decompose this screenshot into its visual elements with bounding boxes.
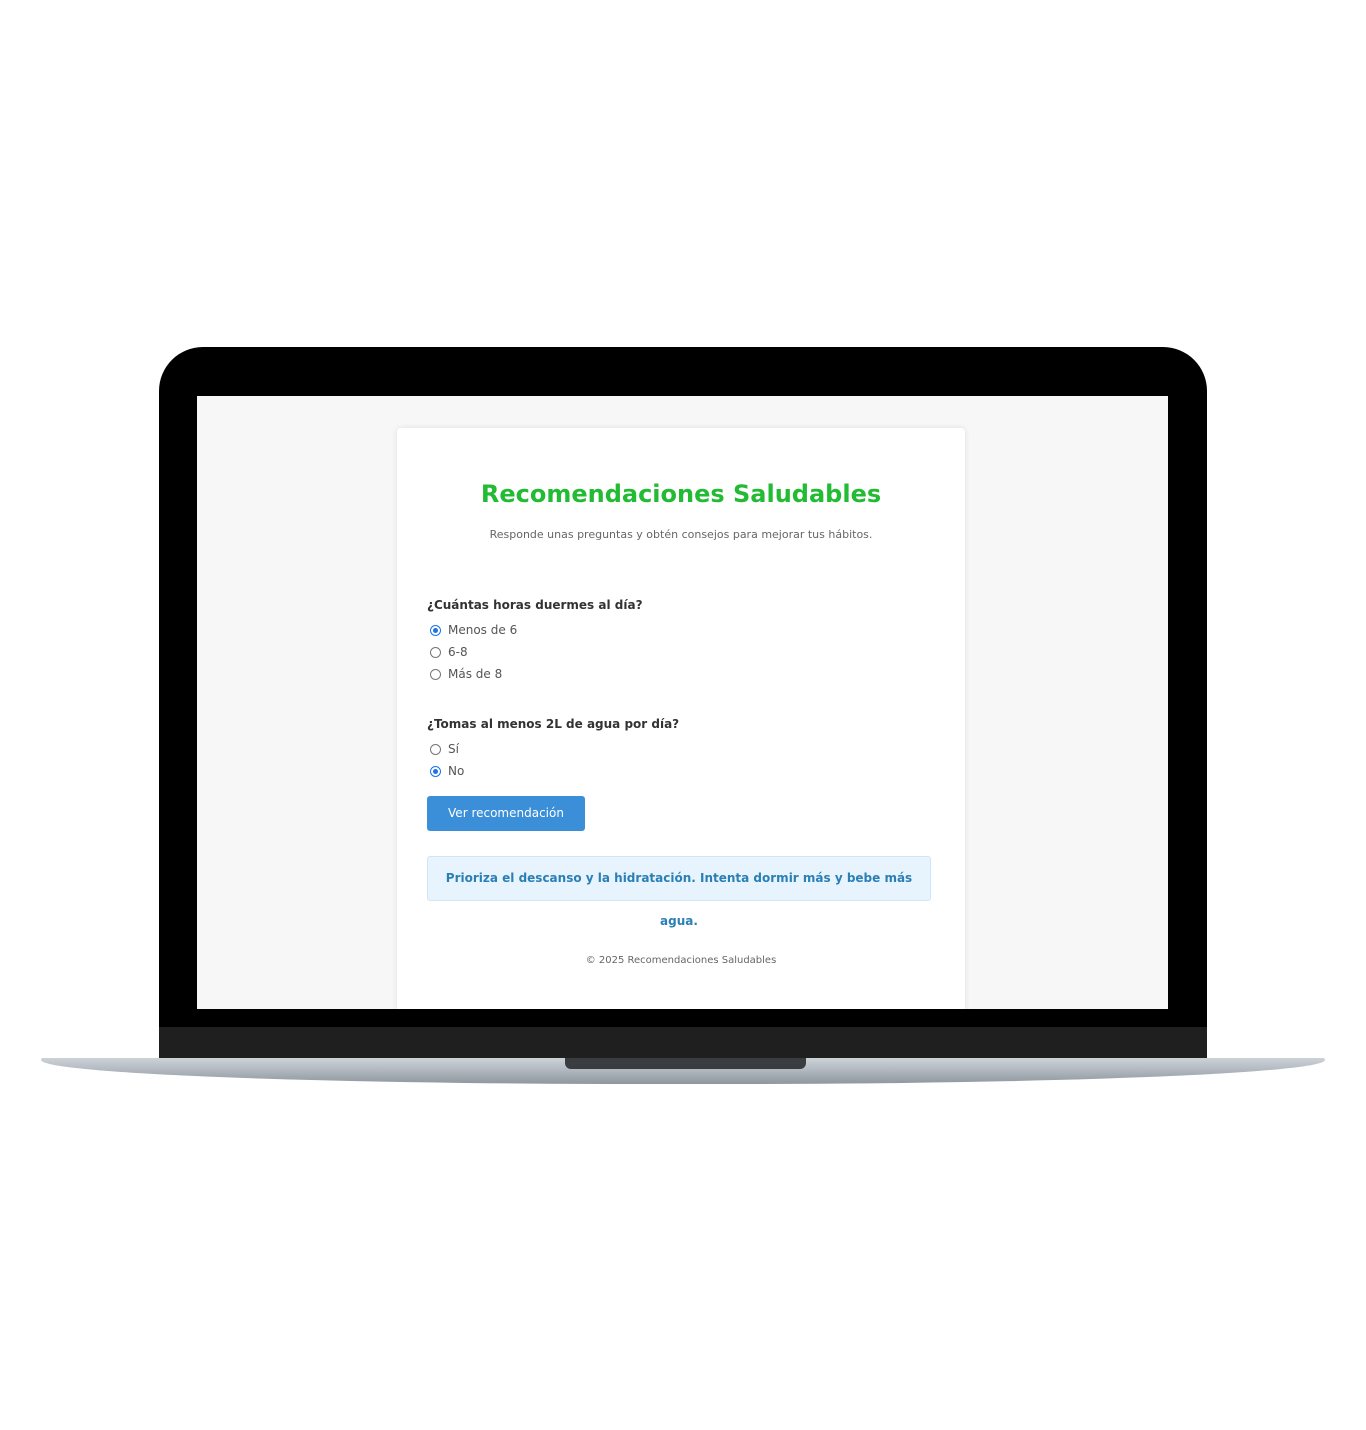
option-water-yes[interactable]: Sí <box>430 741 459 757</box>
option-label: Sí <box>448 742 459 756</box>
laptop-hinge <box>159 1027 1207 1061</box>
question-sleep-label: ¿Cuántas horas duermes al día? <box>427 598 643 612</box>
page-title: Recomendaciones Saludables <box>480 480 882 508</box>
radio-button-checked[interactable] <box>430 765 441 777</box>
page-subtitle: Responde unas preguntas y obtén consejos… <box>489 528 873 541</box>
option-sleep-more-8[interactable]: Más de 8 <box>430 666 502 682</box>
option-label: Menos de 6 <box>448 623 518 637</box>
option-sleep-less-6[interactable]: Menos de 6 <box>430 622 517 638</box>
recommendation-result: Prioriza el descanso y la hidratación. I… <box>427 856 931 928</box>
radio-button-checked[interactable] <box>430 624 441 636</box>
footer-copyright: © 2025 Recomendaciones Saludables <box>585 955 777 966</box>
option-label: No <box>448 764 465 778</box>
see-recommendation-button[interactable]: Ver recomendación <box>427 796 585 831</box>
question-water-label: ¿Tomas al menos 2L de agua por día? <box>427 717 680 731</box>
option-water-no[interactable]: No <box>430 763 464 779</box>
option-sleep-6-8[interactable]: 6-8 <box>430 644 468 660</box>
laptop-screen: Recomendaciones Saludables Responde unas… <box>197 396 1168 1009</box>
radio-button[interactable] <box>430 668 441 680</box>
laptop-notch <box>565 1058 806 1069</box>
laptop-mockup: Recomendaciones Saludables Responde unas… <box>0 0 1366 1430</box>
radio-button[interactable] <box>430 646 441 658</box>
main-card: Recomendaciones Saludables Responde unas… <box>397 428 965 1009</box>
radio-button[interactable] <box>430 743 441 755</box>
option-label: 6-8 <box>448 645 468 659</box>
option-label: Más de 8 <box>448 667 503 681</box>
